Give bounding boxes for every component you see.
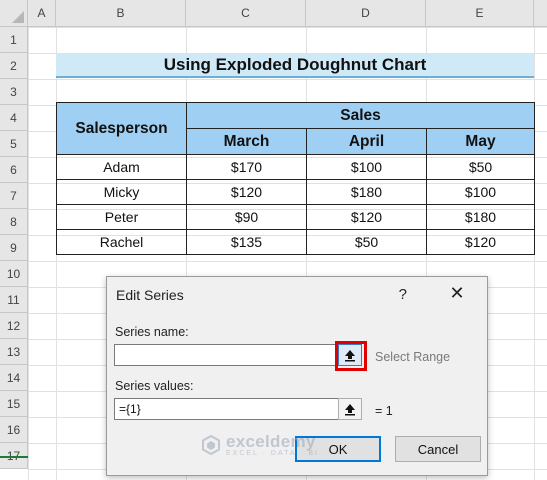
sales-cell[interactable]: $50 [306, 229, 427, 255]
series-values-input[interactable] [114, 398, 339, 420]
sales-cell[interactable]: $135 [186, 229, 307, 255]
select-all-corner[interactable] [0, 0, 28, 27]
select-range-text: Select Range [375, 350, 451, 364]
sales-cell[interactable]: $180 [426, 204, 535, 230]
sales-cell[interactable]: $170 [186, 154, 307, 180]
dialog-title: Edit Series [116, 287, 184, 303]
row-header-3[interactable]: 3 [0, 79, 28, 105]
table-row: Peter $90 $120 $180 [56, 204, 535, 230]
row-header-9[interactable]: 9 [0, 235, 28, 261]
header-month[interactable]: May [426, 128, 535, 155]
sales-cell[interactable]: $120 [306, 204, 427, 230]
watermark-name: exceldemy [226, 432, 316, 451]
table-row: Micky $120 $180 $100 [56, 179, 535, 205]
select-all-icon [12, 11, 24, 23]
column-header-e[interactable]: E [426, 0, 534, 27]
row-header-4[interactable]: 4 [0, 105, 28, 131]
row-header-1[interactable]: 1 [0, 27, 28, 53]
sales-cell[interactable]: $180 [306, 179, 427, 205]
row-header-15[interactable]: 15 [0, 391, 28, 417]
header-salesperson[interactable]: Salesperson [56, 102, 187, 155]
series-name-input[interactable] [114, 344, 336, 366]
sales-cell[interactable]: $100 [426, 179, 535, 205]
series-name-label: Series name: [115, 325, 189, 339]
sales-cell[interactable]: $120 [426, 229, 535, 255]
collapse-dialog-icon [345, 404, 355, 416]
series-values-label: Series values: [115, 379, 194, 393]
row-header-7[interactable]: 7 [0, 183, 28, 209]
row-header-12[interactable]: 12 [0, 313, 28, 339]
sales-cell[interactable]: $90 [186, 204, 307, 230]
sales-cell[interactable]: $50 [426, 154, 535, 180]
series-values-range-button[interactable] [338, 398, 362, 420]
row-header-5[interactable]: 5 [0, 131, 28, 157]
row-header-6[interactable]: 6 [0, 157, 28, 183]
row-header-8[interactable]: 8 [0, 209, 28, 235]
header-sales[interactable]: Sales [186, 102, 535, 129]
row-header-14[interactable]: 14 [0, 365, 28, 391]
salesperson-cell[interactable]: Adam [56, 154, 187, 180]
spreadsheet: A B C D E 1 2 3 4 5 6 7 8 9 10 11 12 13 … [0, 0, 547, 480]
exceldemy-logo-icon [202, 434, 220, 455]
sales-table: Salesperson Sales March April May Adam $… [56, 102, 535, 255]
column-header-f[interactable] [534, 0, 547, 27]
close-icon: ✕ [449, 282, 465, 303]
column-header-c[interactable]: C [186, 0, 306, 27]
series-values-result: = 1 [375, 404, 393, 418]
watermark-subtitle: EXCEL · DATA · BI [226, 450, 319, 457]
column-header-a[interactable]: A [28, 0, 56, 27]
sheet-title[interactable]: Using Exploded Doughnut Chart [56, 53, 534, 78]
table-row: Rachel $135 $50 $120 [56, 229, 535, 255]
column-header-b[interactable]: B [56, 0, 186, 27]
sales-cell[interactable]: $120 [186, 179, 307, 205]
header-month[interactable]: April [306, 128, 427, 155]
sales-cell[interactable]: $100 [306, 154, 427, 180]
column-header-d[interactable]: D [306, 0, 426, 27]
help-button[interactable]: ? [399, 286, 407, 303]
row-header-10[interactable]: 10 [0, 261, 28, 287]
row-header-2[interactable]: 2 [0, 53, 28, 79]
cancel-button[interactable]: Cancel [395, 436, 481, 462]
salesperson-cell[interactable]: Peter [56, 204, 187, 230]
watermark: exceldemy EXCEL · DATA · BI [200, 432, 319, 457]
close-button[interactable]: ✕ [447, 283, 467, 303]
header-month[interactable]: March [186, 128, 307, 155]
active-row-indicator [0, 456, 28, 458]
salesperson-cell[interactable]: Micky [56, 179, 187, 205]
row-header-13[interactable]: 13 [0, 339, 28, 365]
row-header-16[interactable]: 16 [0, 417, 28, 443]
table-row: Adam $170 $100 $50 [56, 154, 535, 180]
highlight-box [335, 341, 367, 371]
salesperson-cell[interactable]: Rachel [56, 229, 187, 255]
row-header-11[interactable]: 11 [0, 287, 28, 313]
